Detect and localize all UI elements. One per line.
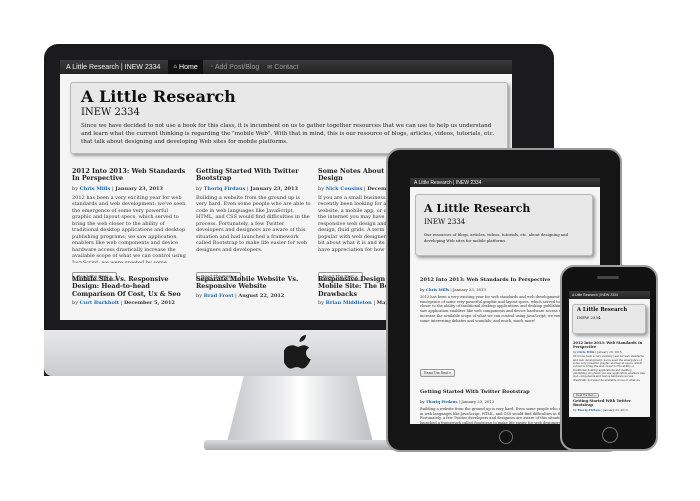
imac-foot [204, 440, 396, 450]
post-author[interactable]: Chris Mills [80, 186, 111, 192]
post-by: by [318, 185, 325, 192]
hero-title: A Little Research [81, 87, 236, 106]
nav-add-post-label: Add Post/Blog [214, 63, 260, 71]
post-date: August 22, 2012 [238, 292, 285, 299]
post-author[interactable]: Chris Mills [577, 350, 594, 354]
post-date: January 23, 2013 [597, 350, 622, 355]
post-by: by [196, 292, 203, 299]
post-author[interactable]: Thoriq Firdaus [426, 399, 458, 404]
responsive-mockup-stage: A Little Research | INEW 2334 ⌂ Home ▫ A… [0, 0, 700, 501]
post-author[interactable]: Thoriq Firdaus [577, 408, 600, 412]
post-by: by [573, 408, 577, 413]
post-excerpt: 2012 has been a very exciting year for w… [72, 194, 186, 263]
post-title[interactable]: 2012 Into 2013: Web Standards In Perspec… [573, 341, 645, 349]
post-meta: by Thoriq Firdaus | January 23, 2013 [196, 185, 298, 192]
hero-subtitle: INEW 2334 [81, 107, 140, 118]
hero-title: A Little Research [577, 307, 628, 313]
post-by: by [72, 185, 79, 192]
post-by: by [196, 185, 203, 192]
post-date: January 23, 2013 [250, 185, 298, 192]
nav-home[interactable]: ⌂ Home [168, 60, 203, 74]
nav-contact[interactable]: ✉ Contact [267, 64, 298, 71]
post-by: by [72, 300, 79, 307]
post-card: Separate Mobile Website Vs. Responsive W… [196, 275, 312, 299]
post-date: January 23, 2013 [603, 408, 628, 413]
read-more-button[interactable]: Read The Rest » [573, 393, 599, 399]
post-date: December 5, 2012 [123, 300, 175, 307]
post-by: by [318, 300, 325, 307]
post-author[interactable]: Brad Frost [204, 293, 234, 299]
post-title[interactable]: Getting Started With Twitter Bootstrap [196, 167, 312, 183]
post-date: January 23, 2013 [115, 185, 164, 192]
hero-unit: A Little Research INEW 2334 Since we hav… [70, 82, 508, 154]
ipad-home-button [499, 430, 513, 444]
post-author[interactable]: Curt Burkholt [80, 300, 119, 306]
brand-link[interactable]: A Little Research | INEW 2334 [572, 293, 618, 297]
post-by: by [420, 398, 425, 404]
post-meta: by Chris Mills | January 23, 2013 [72, 185, 164, 192]
post-card: 2012 Into 2013: Web Standards In Perspec… [573, 341, 645, 400]
hero-title: A Little Research [424, 202, 531, 215]
post-excerpt: 2012 has been a very exciting year for w… [573, 355, 645, 382]
post-date: January 23, 2013 [452, 286, 486, 292]
brand-link[interactable]: A Little Research | INEW 2334 [66, 64, 160, 71]
post-title[interactable]: Getting Started With Twitter Bootstrap [573, 399, 645, 407]
post-meta: by Curt Burkholt | December 5, 2012 [72, 300, 175, 307]
post-card: 2012 Into 2013: Web Standards In Perspec… [72, 167, 188, 282]
hero-unit: A Little Research INEW 2334 [572, 304, 646, 334]
post-author[interactable]: Chris Mills [426, 287, 449, 292]
brand-link[interactable]: A Little Research | INEW 2334 [414, 180, 481, 186]
iphone-navbar: A Little Research | INEW 2334 [569, 291, 650, 299]
hero-description: Since we have decided to not use a book … [81, 123, 495, 146]
hero-unit: A Little Research INEW 2334 Our resource… [415, 194, 593, 256]
read-more-button[interactable]: Read The Rest » [420, 368, 456, 377]
post-card: Mobile Site Vs. Responsive Design: Head-… [72, 275, 190, 307]
post-title[interactable]: 2012 Into 2013: Web Standards In Perspec… [72, 167, 188, 183]
post-author[interactable]: Nick Cousins [326, 186, 363, 192]
post-date: January 23, 2013 [461, 398, 495, 404]
post-excerpt: Building a website from the ground up is… [196, 194, 311, 253]
ipad-navbar: A Little Research | INEW 2334 [410, 178, 600, 187]
iphone-screen: A Little Research | INEW 2334 A Little R… [569, 291, 650, 417]
hero-subtitle: INEW 2334 [424, 218, 466, 226]
mail-icon: ✉ [267, 64, 273, 71]
document-icon: ▫ [210, 64, 213, 70]
home-icon: ⌂ [173, 64, 178, 70]
apple-logo-icon [284, 335, 311, 369]
post-card: Getting Started With Twitter Bootstrap b… [196, 167, 312, 282]
post-meta: by Brad Frost | August 22, 2012 [196, 292, 285, 299]
post-author[interactable]: Thoriq Firdaus [204, 186, 246, 192]
post-title[interactable]: Mobile Site Vs. Responsive Design: Head-… [72, 275, 190, 298]
post-by: by [420, 286, 425, 292]
nav-home-label: Home [179, 63, 198, 71]
nav-contact-label: Contact [274, 63, 299, 71]
post-author[interactable]: Brian Middleton [326, 300, 372, 306]
iphone-speaker [597, 276, 619, 279]
post-title[interactable]: Separate Mobile Website Vs. Responsive W… [196, 275, 312, 291]
nav-add-post[interactable]: ▫ Add Post/Blog [211, 64, 260, 71]
post-meta: by Chris Mills | January 23, 2013 [573, 350, 622, 355]
iphone-home-button [602, 427, 618, 443]
post-card: Getting Started With Twitter Bootstrap b… [573, 399, 645, 412]
hero-description: Our resources of blogs, articles, videos… [424, 232, 569, 243]
post-meta: by Thoriq Firdaus | January 23, 2013 [573, 408, 628, 413]
post-by: by [573, 350, 577, 355]
hero-subtitle: INEW 2334 [577, 315, 601, 321]
imac-navbar: A Little Research | INEW 2334 ⌂ Home ▫ A… [60, 60, 512, 74]
imac-stand [226, 376, 374, 446]
